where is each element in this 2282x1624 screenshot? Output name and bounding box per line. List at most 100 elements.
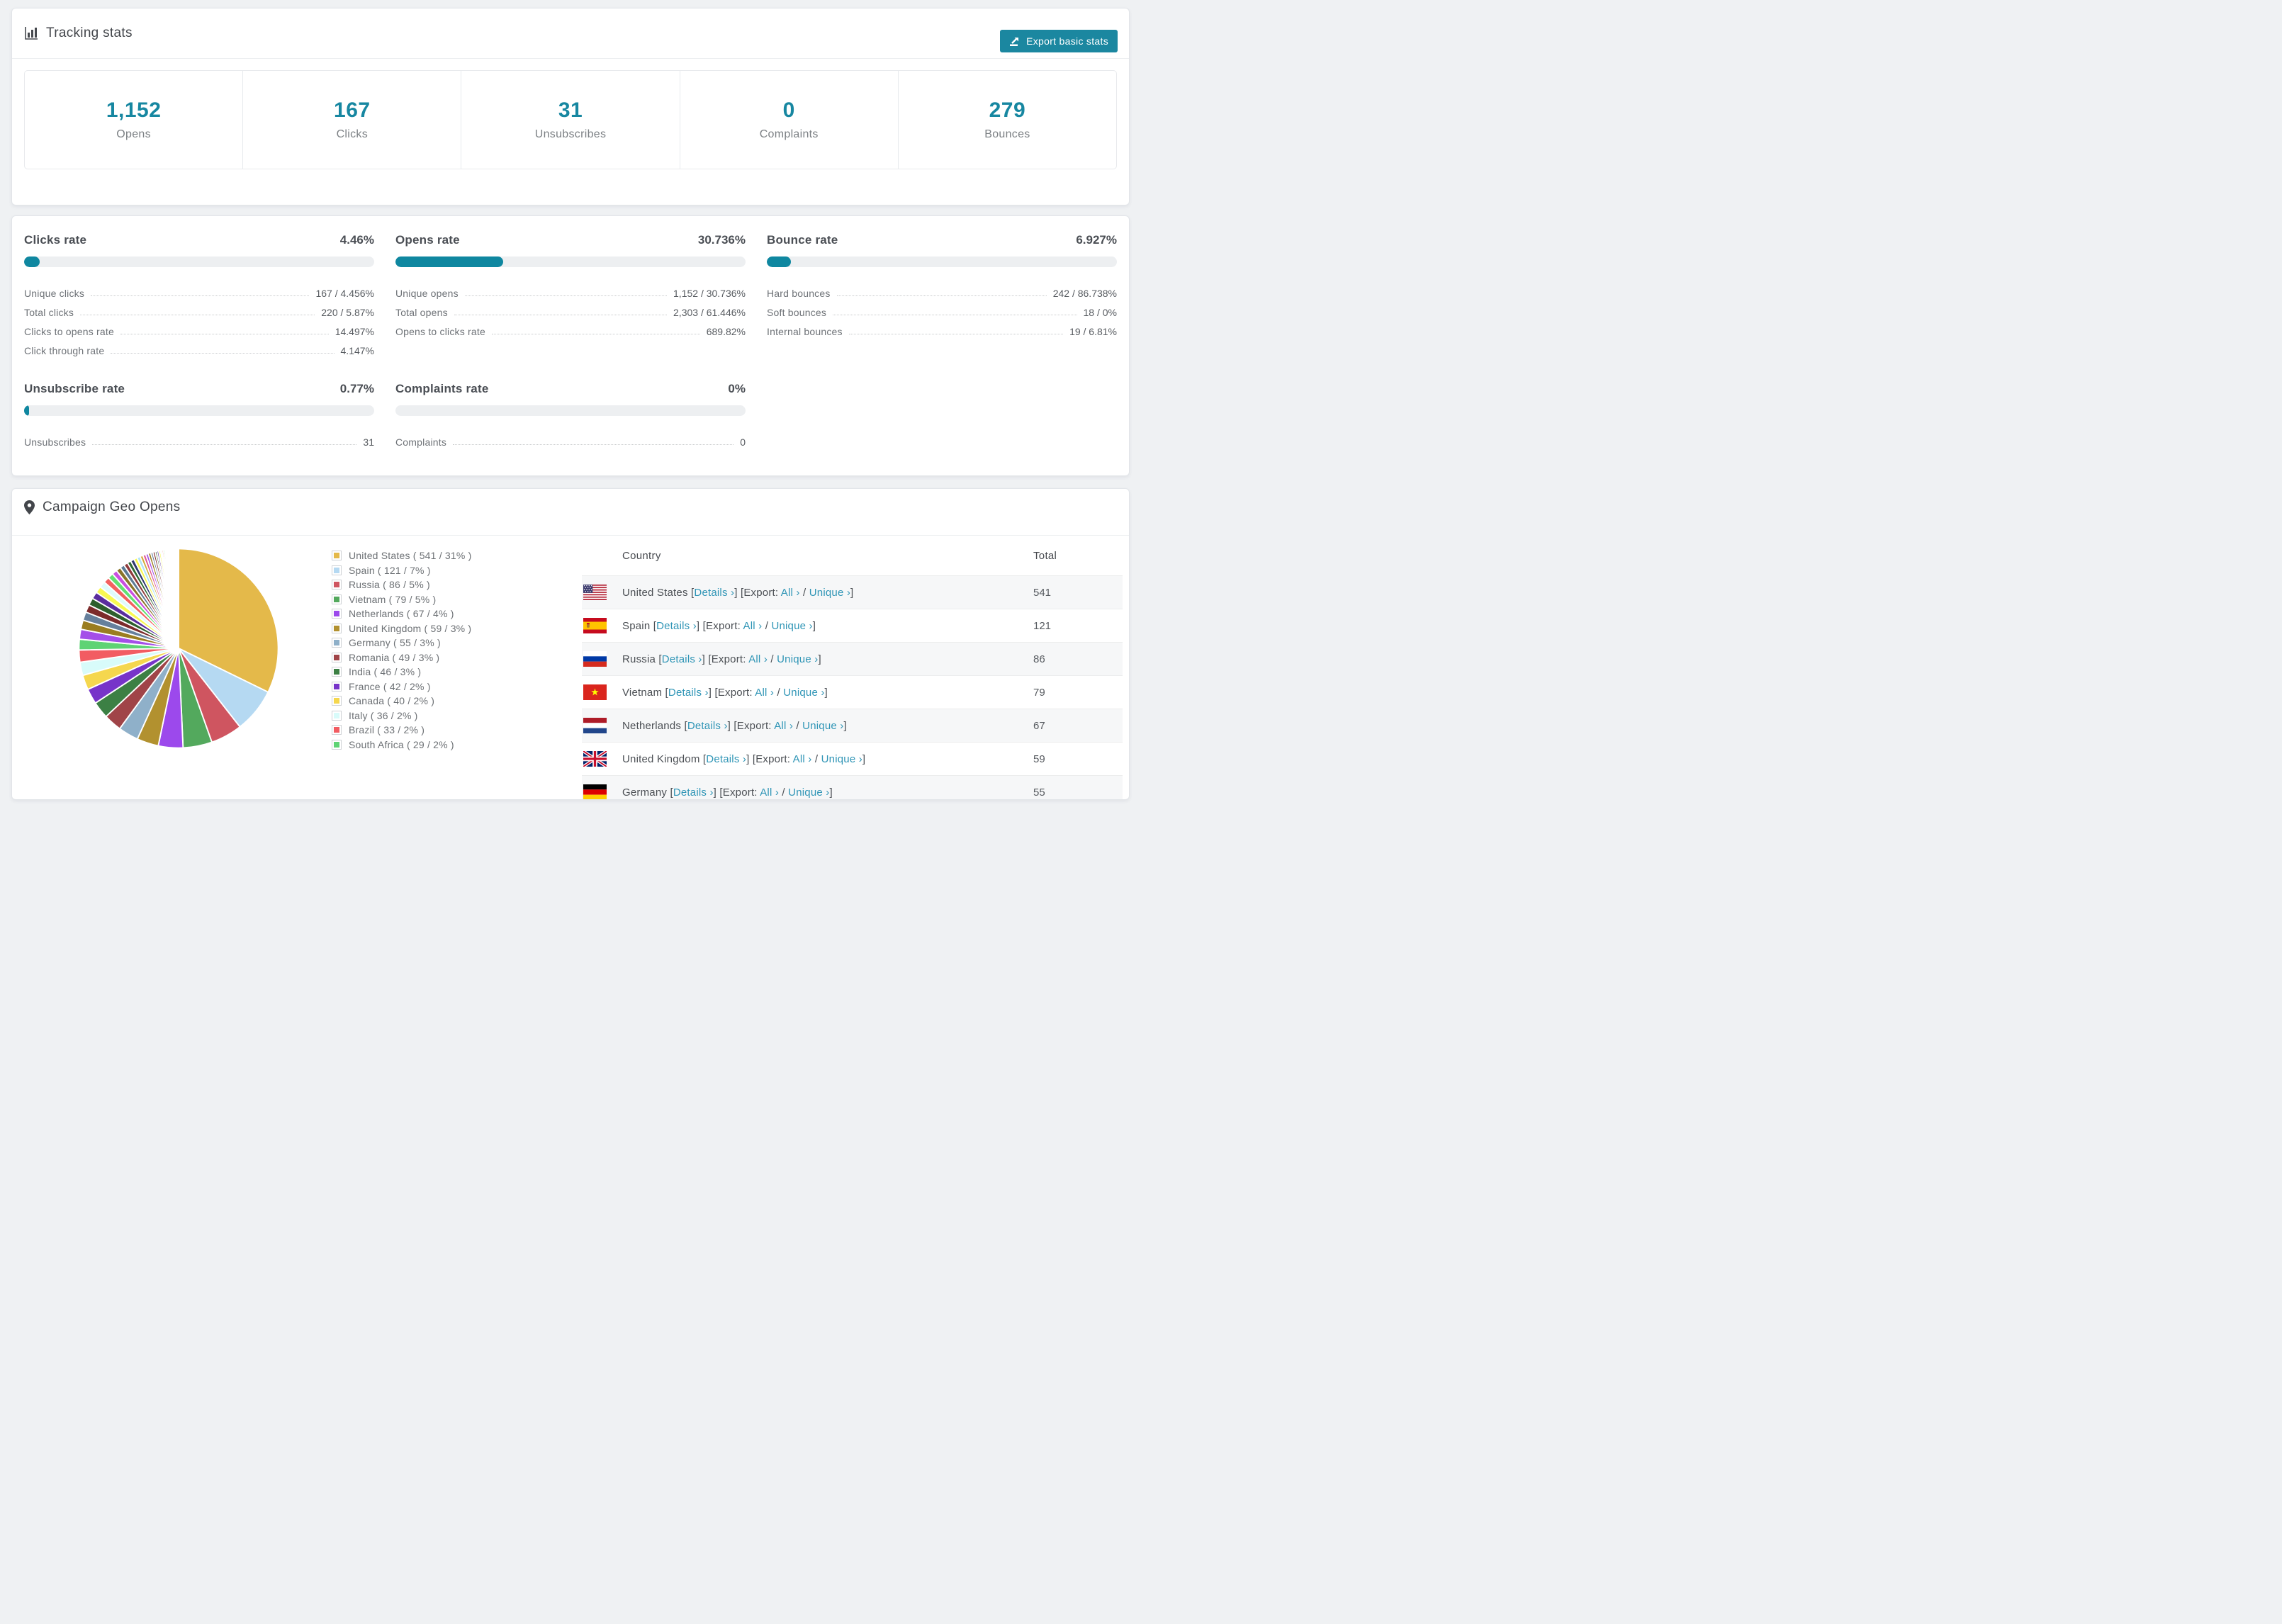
legend-item-south-africa: South Africa ( 29 / 2% )	[332, 738, 472, 752]
legend-label: Russia ( 86 / 5% )	[349, 579, 430, 591]
country-cell: United Kingdom [Details ›] [Export: All …	[622, 753, 865, 765]
export-all-link[interactable]: All ›	[793, 753, 812, 765]
stat-row-label: Complaints	[395, 436, 447, 448]
details-link[interactable]: Details ›	[694, 587, 734, 599]
de-flag-icon	[583, 784, 607, 799]
stat-row-label: Unsubscribes	[24, 436, 86, 448]
bounce-rate-value: 6.927%	[1076, 233, 1117, 247]
tracking-stats-panel: Tracking stats Export basic stats 1,152 O…	[11, 8, 1130, 205]
unsubscribe-rate-value: 0.77%	[339, 382, 374, 395]
bracket: ]	[812, 619, 816, 632]
column-header-country: Country	[622, 549, 661, 562]
country-name: Vietnam	[622, 686, 665, 699]
tracking-stats-title: Tracking stats	[46, 26, 133, 40]
export-unique-link[interactable]: Unique ›	[809, 587, 850, 599]
country-cell: Netherlands [Details ›] [Export: All › /…	[622, 720, 847, 732]
export-basic-stats-button[interactable]: Export basic stats	[1000, 30, 1118, 52]
stat-value: 0	[782, 98, 795, 122]
legend-swatch	[332, 667, 342, 677]
stat-row-unique-opens: Unique opens 1,152 / 30.736%	[395, 280, 746, 299]
stat-row-value: 689.82%	[706, 326, 746, 337]
complaints-rate-block: Complaints rate 0% Complaints 0	[395, 382, 746, 448]
geo-country-table: Country Total United States [Details ›] [E…	[582, 536, 1123, 799]
export-all-link[interactable]: All ›	[781, 587, 800, 599]
stat-row-complaints: Complaints 0	[395, 429, 746, 448]
export-all-link[interactable]: All ›	[755, 687, 774, 699]
legend-label: France ( 42 / 2% )	[349, 680, 431, 692]
export-all-link[interactable]: All ›	[760, 786, 779, 799]
stat-row-label: Click through rate	[24, 345, 105, 356]
bounce-rate-title: Bounce rate	[767, 233, 838, 247]
pie-slice-other	[177, 548, 179, 649]
legend-swatch	[332, 580, 342, 590]
slash: /	[811, 752, 821, 765]
legend-item-united-kingdom: United Kingdom ( 59 / 3% )	[332, 621, 472, 636]
total-value: 59	[1033, 752, 1045, 765]
stat-row-value: 0	[740, 436, 746, 448]
stat-label: Opens	[116, 128, 151, 140]
country-name: Spain	[622, 619, 653, 632]
tracking-stats-header: Tracking stats Export basic stats	[12, 9, 1129, 59]
summary-stats-row: 1,152 Opens 167 Clicks 31 Unsubscribes 0 Compla…	[24, 70, 1117, 169]
map-pin-icon	[24, 500, 35, 514]
details-link[interactable]: Details ›	[706, 753, 746, 765]
export-unique-link[interactable]: Unique ›	[821, 753, 862, 765]
details-link[interactable]: Details ›	[656, 620, 697, 632]
country-cell: Russia [Details ›] [Export: All › / Uniq…	[622, 653, 821, 665]
export-all-link[interactable]: All ›	[743, 620, 763, 632]
export-label: [Export:	[708, 653, 749, 665]
us-flag-icon	[583, 585, 607, 600]
complaints-rate-title: Complaints rate	[395, 382, 489, 395]
stat-value: 31	[558, 98, 583, 122]
legend-label: South Africa ( 29 / 2% )	[349, 738, 454, 750]
nl-flag-icon	[583, 718, 607, 733]
bounce-rate-progressbar	[767, 256, 1117, 267]
export-unique-link[interactable]: Unique ›	[783, 687, 824, 699]
stat-row-value: 242 / 86.738%	[1052, 288, 1117, 299]
stat-value: 279	[989, 98, 1026, 122]
export-all-link[interactable]: All ›	[748, 653, 768, 665]
export-unique-link[interactable]: Unique ›	[777, 653, 818, 665]
stat-row-click-through-rate: Click through rate 4.147%	[24, 337, 374, 356]
stat-row-clicks-to-opens-rate: Clicks to opens rate 14.497%	[24, 318, 374, 337]
details-link[interactable]: Details ›	[687, 720, 728, 732]
bounce-rate-block: Bounce rate 6.927% Hard bounces 242 / 86.…	[767, 233, 1117, 356]
bracket: ]	[696, 619, 703, 632]
country-name: Germany	[622, 786, 670, 799]
details-link[interactable]: Details ›	[668, 687, 709, 699]
details-link[interactable]: Details ›	[662, 653, 702, 665]
stat-box-opens: 1,152 Opens	[25, 71, 242, 169]
bar-chart-icon	[24, 26, 38, 40]
legend-item-spain: Spain ( 121 / 7% )	[332, 563, 472, 578]
export-unique-link[interactable]: Unique ›	[788, 786, 829, 799]
export-unique-link[interactable]: Unique ›	[771, 620, 812, 632]
bracket: ]	[734, 586, 741, 599]
details-link[interactable]: Details ›	[673, 786, 714, 799]
legend-swatch	[332, 681, 342, 692]
stat-row-label: Hard bounces	[767, 288, 831, 299]
stat-row-soft-bounces: Soft bounces 18 / 0%	[767, 299, 1117, 318]
opens-rate-progressbar	[395, 256, 746, 267]
stat-row-value: 19 / 6.81%	[1069, 326, 1117, 337]
total-value: 67	[1033, 719, 1045, 732]
stat-label: Bounces	[984, 128, 1030, 140]
bracket: ]	[818, 653, 821, 665]
slash: /	[799, 586, 809, 599]
export-unique-link[interactable]: Unique ›	[802, 720, 843, 732]
geo-title: Campaign Geo Opens	[43, 499, 181, 514]
export-all-link[interactable]: All ›	[774, 720, 793, 732]
legend-label: Spain ( 121 / 7% )	[349, 564, 431, 576]
legend-item-russia: Russia ( 86 / 5% )	[332, 577, 472, 592]
bracket: ]	[850, 586, 854, 599]
stat-row-value: 167 / 4.456%	[315, 288, 374, 299]
bracket: ]	[829, 786, 833, 799]
legend-item-canada: Canada ( 40 / 2% )	[332, 694, 472, 709]
es-flag-icon	[583, 618, 607, 633]
country-cell: Germany [Details ›] [Export: All › / Uni…	[622, 786, 833, 799]
stat-row-label: Unique opens	[395, 288, 459, 299]
geo-body: United States ( 541 / 31% ) Spain ( 121 /…	[12, 536, 1129, 799]
legend-label: Romania ( 49 / 3% )	[349, 651, 440, 663]
legend-label: United Kingdom ( 59 / 3% )	[349, 622, 472, 634]
stat-value: 1,152	[106, 98, 162, 122]
bracket: ]	[862, 752, 866, 765]
